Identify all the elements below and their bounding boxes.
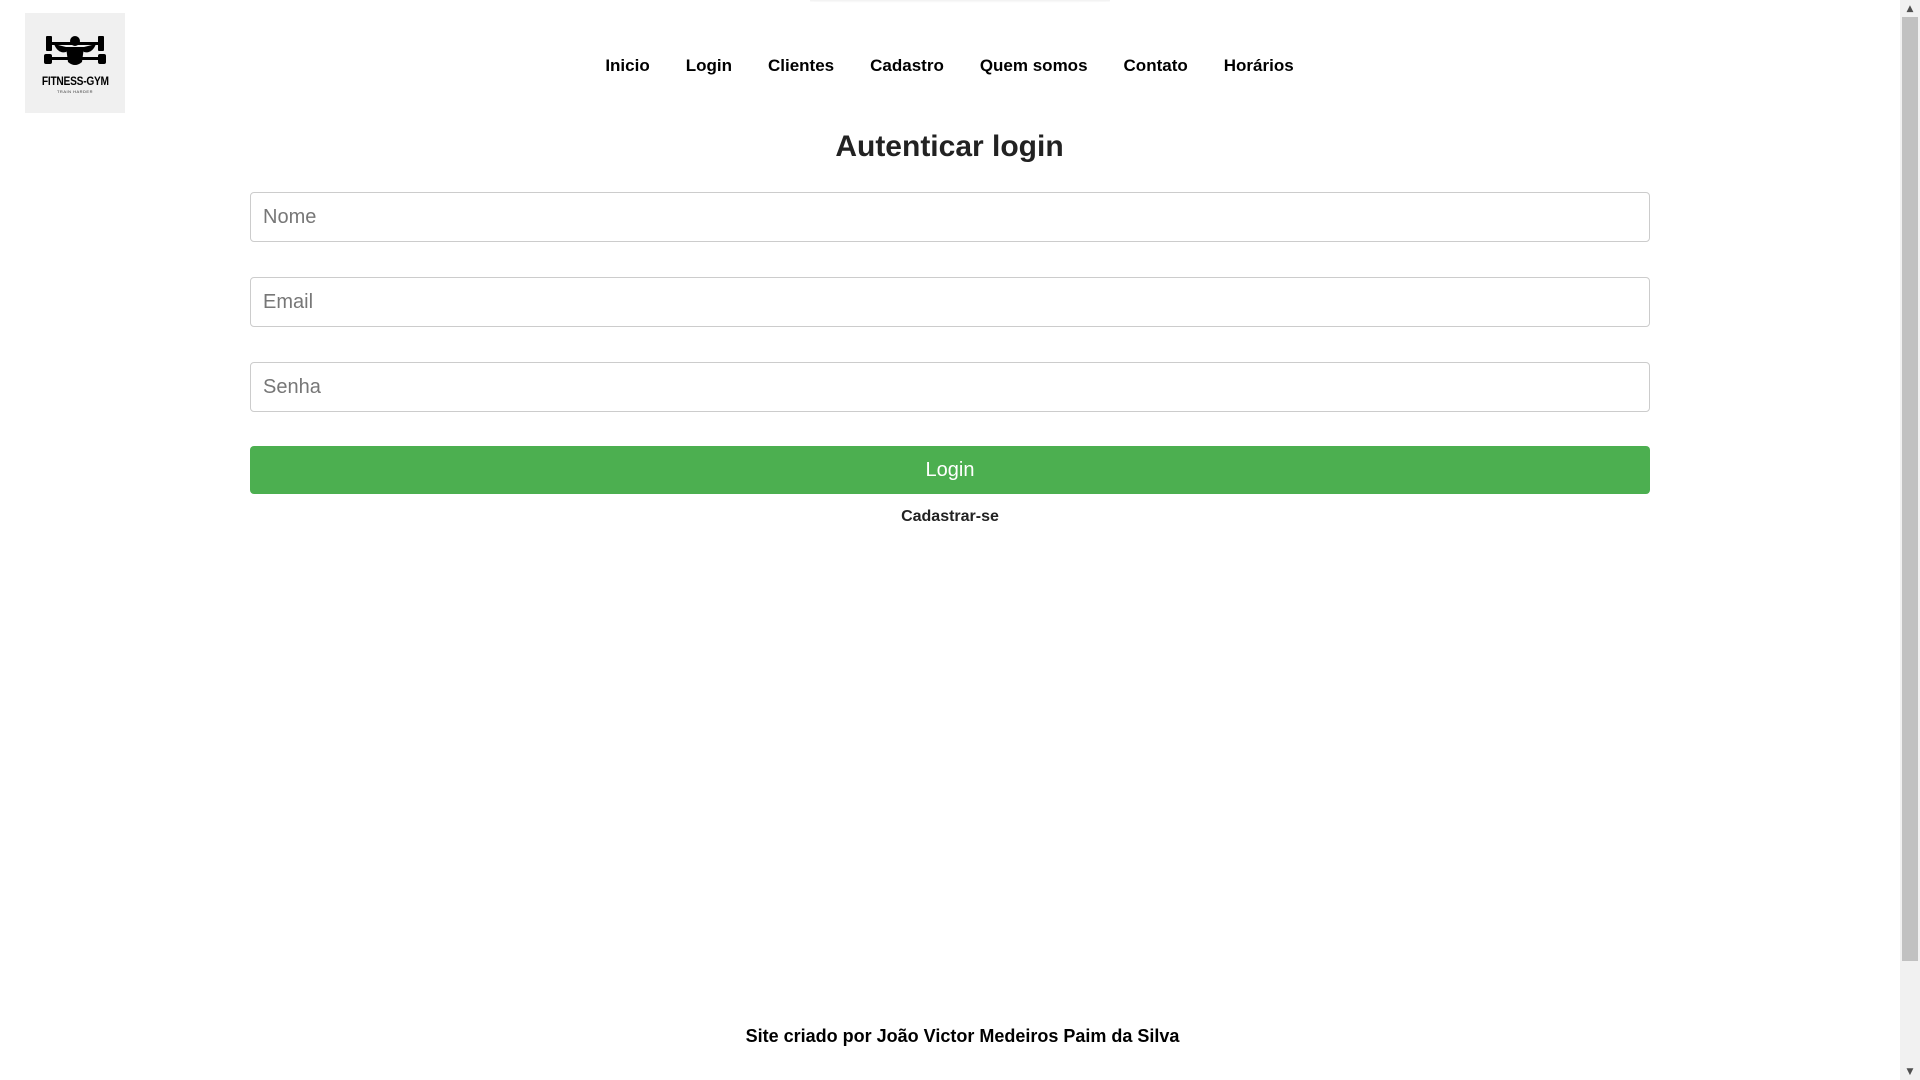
name-input[interactable] <box>250 192 1650 242</box>
nav-link-cadastro[interactable]: Cadastro <box>852 56 962 76</box>
top-shadow <box>810 0 1110 3</box>
nav-link-clientes[interactable]: Clientes <box>750 56 852 76</box>
login-form: Login Cadastrar-se <box>250 192 1650 526</box>
nav-link-quem-somos[interactable]: Quem somos <box>962 56 1106 76</box>
page: FITNESS-GYM TRAIN HARDER Inicio Login Cl… <box>0 0 1920 1080</box>
scroll-down-icon[interactable]: ▼ <box>1900 1063 1920 1080</box>
nav-link-inicio[interactable]: Inicio <box>587 56 667 76</box>
nav-link-horarios[interactable]: Horários <box>1206 56 1312 76</box>
register-link[interactable]: Cadastrar-se <box>250 508 1650 526</box>
scroll-thumb[interactable] <box>1902 17 1918 961</box>
scroll-up-icon[interactable]: ▲ <box>1900 0 1920 17</box>
logo-tagline: TRAIN HARDER <box>56 89 93 94</box>
email-input[interactable] <box>250 277 1650 327</box>
vertical-scrollbar[interactable]: ▲ ▼ <box>1900 0 1920 1080</box>
logo-text: FITNESS-GYM <box>41 74 109 88</box>
nav-link-contato[interactable]: Contato <box>1106 56 1206 76</box>
password-input[interactable] <box>250 362 1650 412</box>
page-title: Autenticar login <box>835 130 1064 163</box>
footer-credit: Site criado por João Victor Medeiros Pai… <box>745 1026 1180 1046</box>
main-nav: Inicio Login Clientes Cadastro Quem somo… <box>0 56 1899 76</box>
nav-link-login[interactable]: Login <box>668 56 750 76</box>
login-button[interactable]: Login <box>250 446 1650 494</box>
